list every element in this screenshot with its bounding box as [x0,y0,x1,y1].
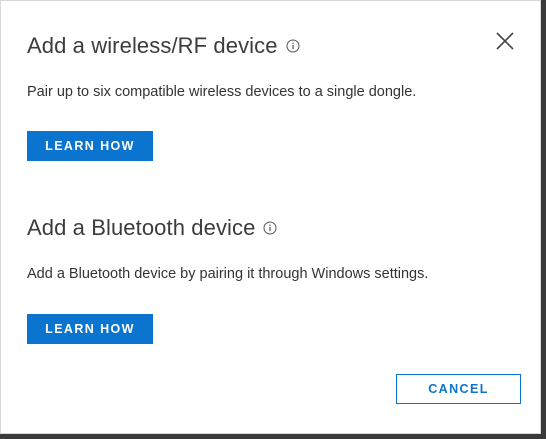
info-icon[interactable] [286,39,300,53]
cancel-button[interactable]: CANCEL [396,374,521,404]
learn-how-rf-button[interactable]: LEARN HOW [27,131,153,161]
add-device-dialog: Add a wireless/RF device Pair up to six … [0,0,541,434]
wireless-rf-section: Add a wireless/RF device Pair up to six … [27,32,416,161]
bluetooth-title: Add a Bluetooth device [27,215,256,240]
learn-how-bluetooth-button[interactable]: LEARN HOW [27,314,153,344]
wireless-rf-title: Add a wireless/RF device [27,33,278,58]
wireless-rf-description: Pair up to six compatible wireless devic… [27,84,417,100]
bluetooth-section: Add a Bluetooth device Add a Bluetooth d… [27,214,428,344]
bluetooth-description: Add a Bluetooth device by pairing it thr… [27,266,429,282]
close-button[interactable] [493,29,517,53]
info-icon[interactable] [263,221,277,235]
close-icon [496,32,514,50]
